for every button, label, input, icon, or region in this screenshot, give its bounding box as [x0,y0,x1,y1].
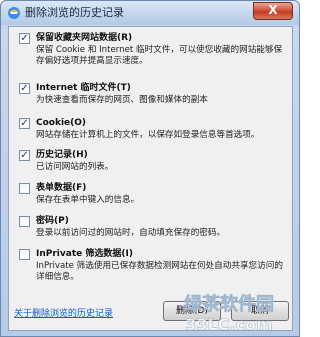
option-description: 保存在表单中键入的信息。 [36,195,140,205]
option-description: 为快速查看而保存的网页、图像和媒体的副本 [36,95,208,105]
watermark-line2: 33LC.com [185,315,272,334]
close-button[interactable]: X [253,2,293,20]
window-title: 删除浏览的历史记录 [25,6,124,19]
checkbox-temporary-files[interactable]: ✓ [19,83,30,94]
option-title: 表单数据(F) [36,183,87,193]
option-title: InPrivate 筛选数据(I) [36,249,133,259]
checkbox-form-data[interactable] [19,183,30,194]
option-title: Cookie(O) [36,118,87,128]
dialog-window: 删除浏览的历史记录 X ✓ 保留收藏夹网站数据(R) 保留 Cookie 和 I… [0,0,300,337]
option-description: 登录以前访问过的网站时，自动填充保存的密码。 [36,228,226,238]
checkbox-cookies[interactable]: ✓ [19,118,30,129]
option-description: InPrivate 筛选使用已保存数据检测网站在何处自动共享您访问的详细信息。 [36,261,283,282]
option-title: 保留收藏夹网站数据(R) [36,33,133,43]
option-title: 历史记录(H) [36,150,88,160]
checkbox-history[interactable]: ✓ [19,150,30,161]
site-watermark: 绿茶软件园 33LC.com [184,293,275,335]
checkbox-passwords[interactable] [19,216,30,227]
about-deleting-history-link[interactable]: 关于删除浏览的历史记录 [14,306,113,319]
checkbox-preserve-favorites[interactable]: ✓ [19,33,30,44]
option-description: 已访问网站的列表。 [36,162,114,172]
option-description: 保留 Cookie 和 Internet 临时文件，可以使您收藏的网站能够保存偏… [36,45,283,66]
watermark-line1: 绿茶软件园 [184,293,274,315]
internet-explorer-icon [8,7,20,19]
option-description: 网站存储在计算机上的文件，以保存如登录信息等首选项。 [36,130,260,140]
title-bar[interactable]: 删除浏览的历史记录 X [1,1,299,25]
checkbox-inprivate-filtering[interactable] [19,249,30,260]
option-title: 密码(P) [36,216,69,226]
options-panel: ✓ 保留收藏夹网站数据(R) 保留 Cookie 和 Internet 临时文件… [8,26,293,331]
option-title: Internet 临时文件(T) [36,83,131,93]
